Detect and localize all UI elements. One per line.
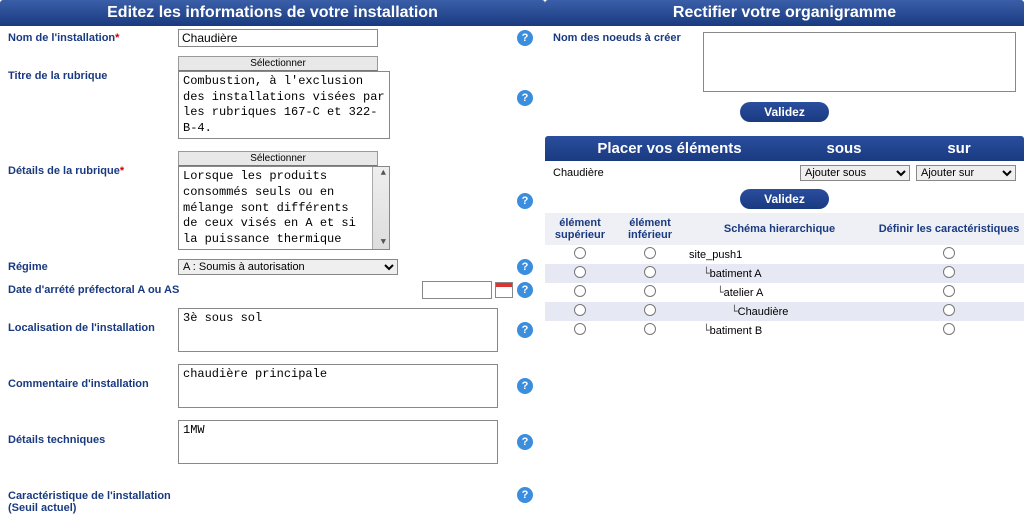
tree-node-label: └batiment B	[685, 321, 874, 340]
tree-node-label: site_push1	[685, 245, 874, 264]
th-element-inferieur: élément inférieur	[615, 213, 685, 245]
radio-element-inferieur[interactable]	[644, 304, 656, 316]
radio-definir-carac[interactable]	[943, 247, 955, 259]
placer-header: Placer vos éléments sous sur	[545, 136, 1024, 161]
help-icon[interactable]: ?	[517, 282, 533, 298]
left-panel-title: Editez les informations de votre install…	[0, 0, 545, 26]
th-element-superieur: élément supérieur	[545, 213, 615, 245]
input-date-arrete[interactable]	[422, 281, 492, 299]
tree-node-label: └Chaudière	[685, 302, 874, 321]
scroll-down-icon[interactable]: ▼	[381, 237, 386, 249]
tree-table: élément supérieur élément inférieur Sché…	[545, 213, 1024, 340]
label-commentaire: Commentaire d'installation	[8, 364, 178, 390]
radio-element-inferieur[interactable]	[644, 285, 656, 297]
help-icon[interactable]: ?	[517, 30, 533, 46]
label-caracteristique: Caractéristique de l'installation (Seuil…	[8, 476, 178, 514]
radio-element-superieur[interactable]	[574, 304, 586, 316]
radio-element-inferieur[interactable]	[644, 247, 656, 259]
table-row: └atelier A	[545, 283, 1024, 302]
textarea-commentaire[interactable]: chaudière principale	[178, 364, 498, 408]
radio-element-superieur[interactable]	[574, 247, 586, 259]
table-row: └batiment B	[545, 321, 1024, 340]
calendar-icon[interactable]	[495, 282, 513, 298]
radio-element-superieur[interactable]	[574, 285, 586, 297]
select-ajouter-sous[interactable]: Ajouter sous	[800, 165, 910, 181]
radio-definir-carac[interactable]	[943, 266, 955, 278]
radio-element-inferieur[interactable]	[644, 323, 656, 335]
textarea-techniques[interactable]: 1MW	[178, 420, 498, 464]
table-row: site_push1	[545, 245, 1024, 264]
radio-element-inferieur[interactable]	[644, 266, 656, 278]
help-icon[interactable]: ?	[517, 378, 533, 394]
help-icon[interactable]: ?	[517, 487, 533, 503]
textbox-titre-rubrique[interactable]: Combustion, à l'exclusion des installati…	[178, 71, 390, 139]
radio-element-superieur[interactable]	[574, 266, 586, 278]
select-regime[interactable]: A : Soumis à autorisation	[178, 259, 398, 275]
validez-button-org[interactable]: Validez	[740, 102, 829, 122]
help-icon[interactable]: ?	[517, 434, 533, 450]
th-schema: Schéma hierarchique	[685, 213, 874, 245]
radio-definir-carac[interactable]	[943, 323, 955, 335]
label-localisation: Localisation de l'installation	[8, 308, 178, 334]
help-icon[interactable]: ?	[517, 322, 533, 338]
right-panel-title-org: Rectifier votre organigramme	[545, 0, 1024, 26]
help-icon[interactable]: ?	[517, 193, 533, 209]
th-definir: Définir les caractéristiques	[874, 213, 1024, 245]
label-date-arrete: Date d'arrété préfectoral A ou AS	[8, 284, 208, 296]
help-icon[interactable]: ?	[517, 259, 533, 275]
textarea-nom-noeuds[interactable]	[703, 32, 1016, 92]
radio-element-superieur[interactable]	[574, 323, 586, 335]
select-ajouter-sur[interactable]: Ajouter sur	[916, 165, 1016, 181]
tree-node-label: └atelier A	[685, 283, 874, 302]
radio-definir-carac[interactable]	[943, 304, 955, 316]
validez-button-placer[interactable]: Validez	[740, 189, 829, 209]
help-icon[interactable]: ?	[517, 90, 533, 106]
placer-element-name: Chaudière	[553, 167, 794, 179]
label-details-rubrique: Détails de la rubrique*	[8, 151, 178, 177]
label-techniques: Détails techniques	[8, 420, 178, 446]
scroll-up-icon[interactable]: ▲	[381, 168, 386, 180]
label-nom: Nom de l'installation*	[8, 32, 178, 44]
textbox-details-rubrique[interactable]: ▲ Lorsque les produits consommés seuls o…	[178, 166, 390, 250]
table-row: └Chaudière	[545, 302, 1024, 321]
input-nom-installation[interactable]	[178, 29, 378, 47]
textarea-localisation[interactable]: 3è sous sol	[178, 308, 498, 352]
table-row: └batiment A	[545, 264, 1024, 283]
select-button-details[interactable]: Sélectionner	[178, 151, 378, 166]
select-button-titre[interactable]: Sélectionner	[178, 56, 378, 71]
label-titre-rubrique: Titre de la rubrique	[8, 56, 178, 82]
radio-definir-carac[interactable]	[943, 285, 955, 297]
label-nom-noeuds: Nom des noeuds à créer	[553, 32, 703, 44]
label-regime: Régime	[8, 261, 178, 273]
tree-node-label: └batiment A	[685, 264, 874, 283]
